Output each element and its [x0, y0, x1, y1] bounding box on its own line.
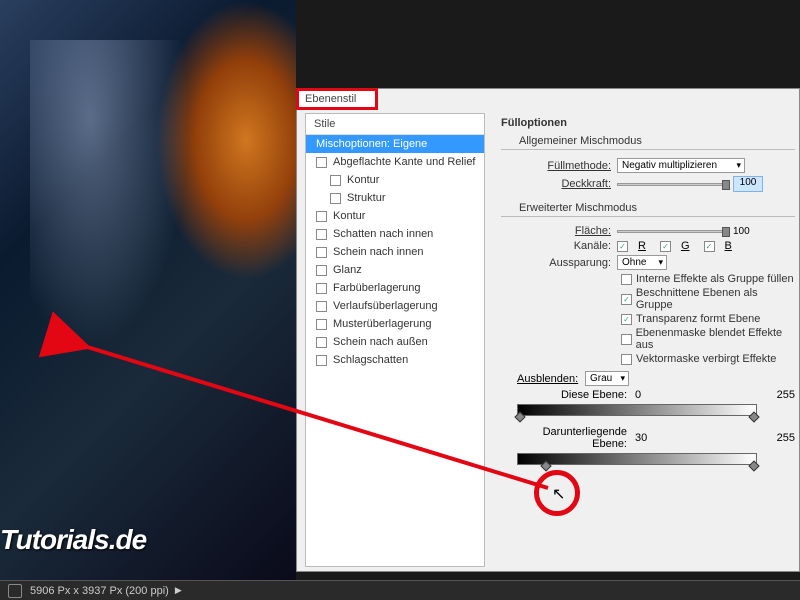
- opacity-slider[interactable]: [617, 183, 727, 186]
- style-item-11[interactable]: Schein nach außen: [306, 333, 484, 351]
- style-label: Verlaufsüberlagerung: [333, 300, 438, 312]
- this-layer-lo: 0: [635, 389, 641, 401]
- style-checkbox[interactable]: [316, 355, 327, 366]
- style-label: Kontur: [347, 174, 379, 186]
- knockout-select[interactable]: Ohne: [617, 255, 667, 270]
- channel-g-checkbox[interactable]: [660, 241, 671, 252]
- style-item-7[interactable]: Glanz: [306, 261, 484, 279]
- style-item-3[interactable]: Struktur: [306, 189, 484, 207]
- fill-options-title: Fülloptionen: [501, 117, 795, 129]
- style-label: Struktur: [347, 192, 386, 204]
- style-checkbox[interactable]: [316, 337, 327, 348]
- style-checkbox[interactable]: [316, 247, 327, 258]
- style-item-5[interactable]: Schatten nach innen: [306, 225, 484, 243]
- style-label: Schlagschatten: [333, 354, 408, 366]
- blendif-label: Ausblenden:: [517, 373, 577, 385]
- knockout-label: Aussparung:: [521, 257, 611, 269]
- vectormask-checkbox[interactable]: [621, 354, 632, 365]
- style-item-9[interactable]: Verlaufsüberlagerung: [306, 297, 484, 315]
- style-label: Schatten nach innen: [333, 228, 433, 240]
- style-checkbox[interactable]: [316, 301, 327, 312]
- fill-label: Fläche:: [521, 225, 611, 237]
- channels-label: Kanäle:: [521, 240, 611, 252]
- this-hi-stop[interactable]: [748, 411, 759, 422]
- cursor-icon: ↖: [552, 484, 565, 504]
- style-item-8[interactable]: Farbüberlagerung: [306, 279, 484, 297]
- style-label: Musterüberlagerung: [333, 318, 431, 330]
- status-dimensions: 5906 Px x 3937 Px (200 ppi): [30, 585, 169, 597]
- canvas-preview: Tutorials.de: [0, 0, 296, 580]
- advanced-blend-title: Erweiterter Mischmodus: [519, 202, 795, 214]
- transparency-checkbox[interactable]: [621, 314, 632, 325]
- channel-b-checkbox[interactable]: [704, 241, 715, 252]
- chevron-right-icon[interactable]: ▶: [175, 585, 182, 596]
- dialog-title: Ebenenstil: [296, 88, 378, 110]
- style-item-10[interactable]: Musterüberlagerung: [306, 315, 484, 333]
- blendif-select[interactable]: Grau: [585, 371, 629, 386]
- style-item-6[interactable]: Schein nach innen: [306, 243, 484, 261]
- this-lo-stop[interactable]: [514, 411, 525, 422]
- style-label: Glanz: [333, 264, 362, 276]
- status-bar: 5906 Px x 3937 Px (200 ppi) ▶: [0, 580, 800, 600]
- layermask-checkbox[interactable]: [621, 334, 632, 345]
- opacity-value[interactable]: 100: [733, 176, 763, 192]
- styles-header: Stile: [306, 114, 484, 135]
- under-layer-hi: 255: [777, 432, 795, 444]
- opacity-label: Deckkraft:: [521, 178, 611, 190]
- style-label: Mischoptionen: Eigene: [316, 138, 427, 150]
- under-layer-gradient[interactable]: [517, 453, 757, 465]
- clipped-layers-checkbox[interactable]: [621, 294, 632, 305]
- style-checkbox[interactable]: [330, 175, 341, 186]
- this-layer-hi: 255: [777, 389, 795, 401]
- watermark-text: Tutorials.de: [0, 524, 146, 556]
- style-label: Schein nach innen: [333, 246, 424, 258]
- style-item-0[interactable]: Mischoptionen: Eigene: [306, 135, 484, 153]
- inner-effects-checkbox[interactable]: [621, 274, 632, 285]
- style-item-1[interactable]: Abgeflachte Kante und Relief: [306, 153, 484, 171]
- style-checkbox[interactable]: [316, 229, 327, 240]
- style-checkbox[interactable]: [316, 265, 327, 276]
- style-checkbox[interactable]: [316, 283, 327, 294]
- under-layer-label: Darunterliegende Ebene:: [517, 426, 627, 450]
- style-checkbox[interactable]: [316, 211, 327, 222]
- blendmode-select[interactable]: Negativ multiplizieren: [617, 158, 745, 173]
- style-label: Schein nach außen: [333, 336, 428, 348]
- style-checkbox[interactable]: [316, 157, 327, 168]
- zoom-icon[interactable]: [8, 584, 22, 598]
- under-hi-stop[interactable]: [748, 460, 759, 471]
- style-checkbox[interactable]: [316, 319, 327, 330]
- style-item-4[interactable]: Kontur: [306, 207, 484, 225]
- fill-slider[interactable]: [617, 230, 727, 233]
- style-item-2[interactable]: Kontur: [306, 171, 484, 189]
- style-label: Kontur: [333, 210, 365, 222]
- style-label: Abgeflachte Kante und Relief: [333, 156, 476, 168]
- style-checkbox[interactable]: [330, 193, 341, 204]
- styles-list: Stile Mischoptionen: Eigene Abgeflachte K…: [305, 113, 485, 567]
- style-item-12[interactable]: Schlagschatten: [306, 351, 484, 369]
- this-layer-gradient[interactable]: [517, 404, 757, 416]
- channel-r-checkbox[interactable]: [617, 241, 628, 252]
- this-layer-label: Diese Ebene:: [517, 389, 627, 401]
- general-blend-title: Allgemeiner Mischmodus: [519, 135, 795, 147]
- blendmode-label: Füllmethode:: [521, 160, 611, 172]
- under-layer-lo: 30: [635, 432, 647, 444]
- style-label: Farbüberlagerung: [333, 282, 420, 294]
- fill-value: 100: [733, 226, 763, 237]
